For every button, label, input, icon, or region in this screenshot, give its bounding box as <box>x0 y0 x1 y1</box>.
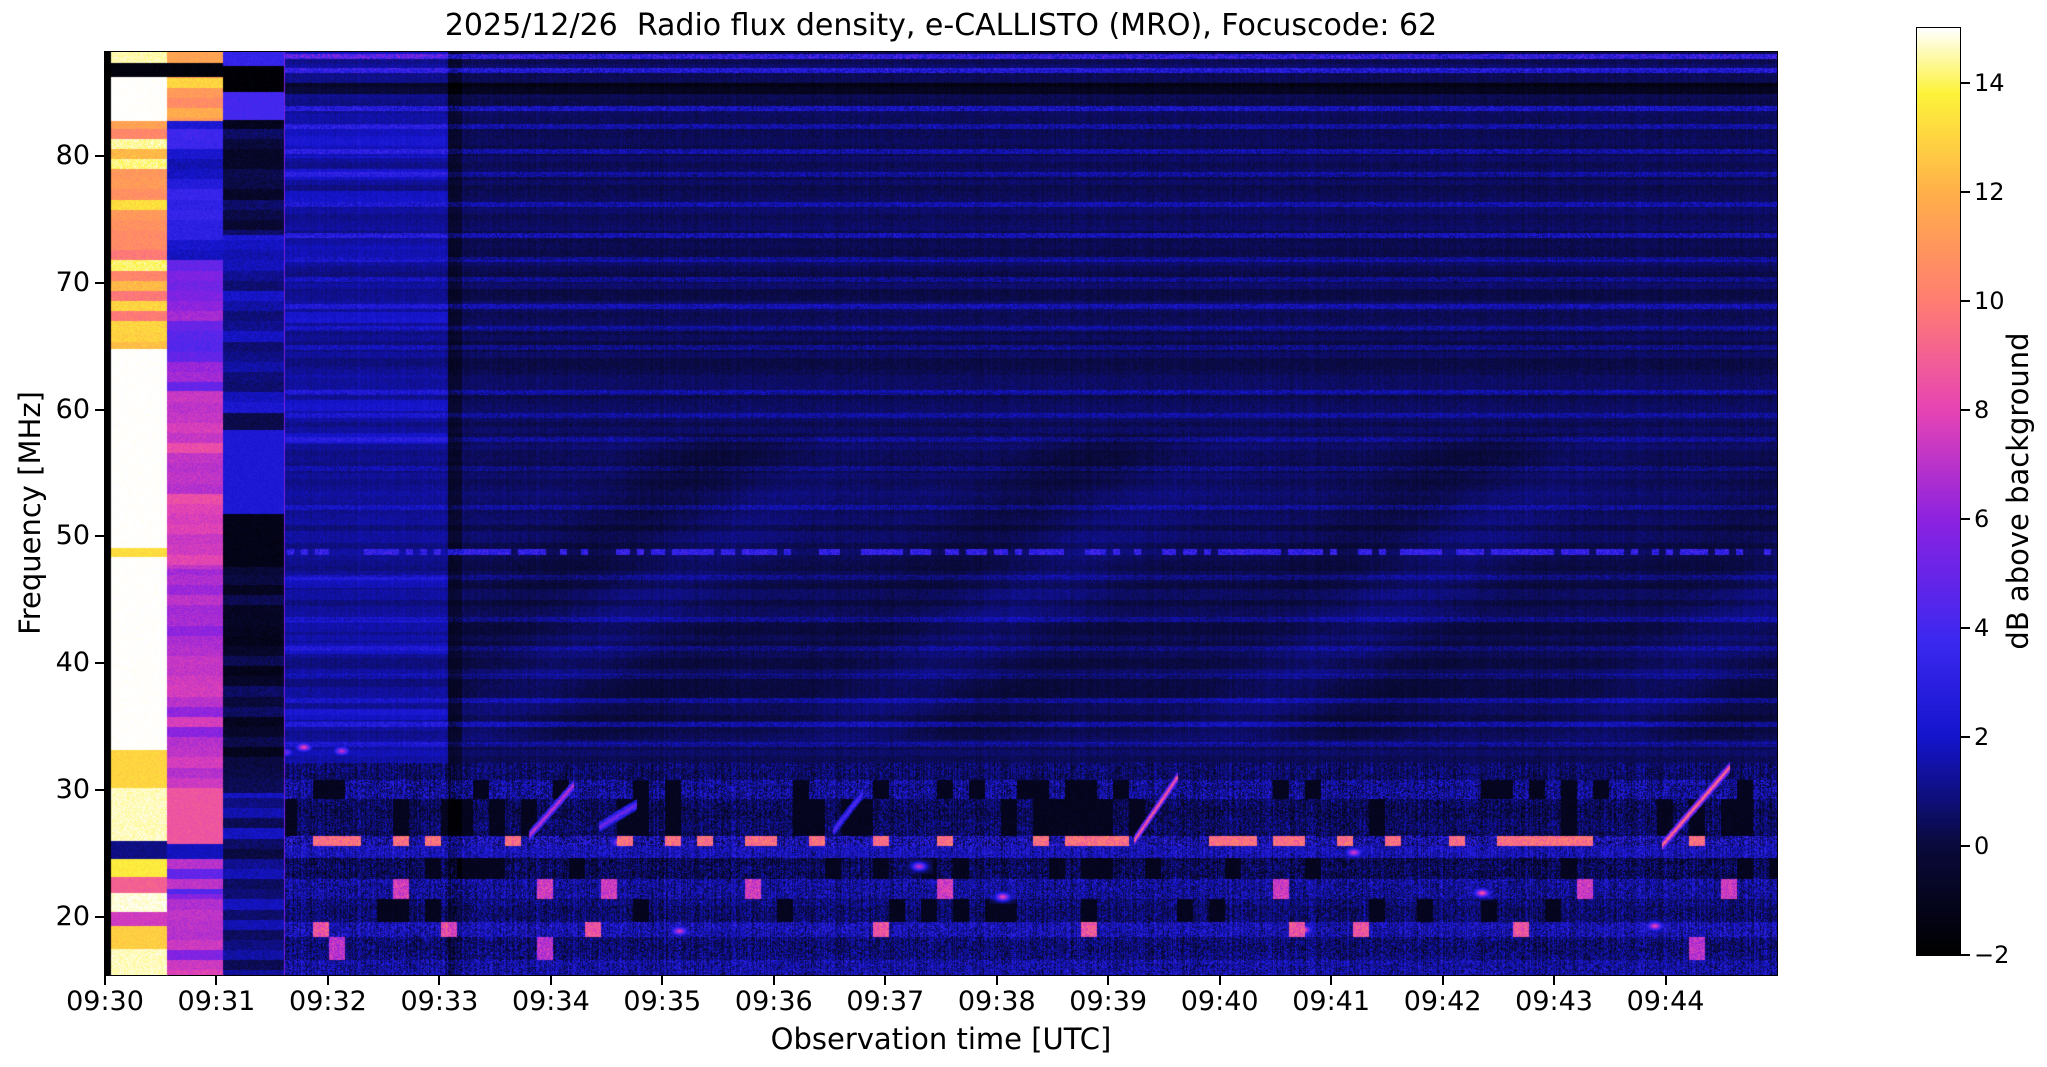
x-tick-mark <box>1553 976 1556 985</box>
y-tick-label: 30 <box>55 773 90 805</box>
colorbar-tick-mark <box>1961 81 1970 84</box>
x-tick-mark <box>884 976 887 985</box>
colorbar-tick-mark <box>1961 844 1970 847</box>
x-tick-mark <box>1218 976 1221 985</box>
colorbar-tick-mark <box>1961 954 1970 956</box>
x-tick-mark <box>1441 976 1444 985</box>
x-tick-label: 09:41 <box>1292 986 1371 1017</box>
chart-title: 2025/12/26 Radio flux density, e-CALLIST… <box>444 8 1438 43</box>
y-tick-label: 70 <box>55 266 90 298</box>
colorbar-tick-mark <box>1961 299 1970 302</box>
x-tick-mark <box>549 976 552 985</box>
x-tick-mark <box>1664 976 1667 985</box>
colorbar-tick-label: −2 <box>1974 941 2010 969</box>
spectrogram-canvas <box>104 51 1778 976</box>
x-tick-mark <box>661 976 664 985</box>
x-tick-label: 09:38 <box>957 986 1036 1017</box>
colorbar-tick-mark <box>1961 190 1970 193</box>
x-tick-label: 09:35 <box>623 986 702 1017</box>
y-tick-mark <box>95 788 104 791</box>
colorbar-tick-label: 12 <box>1974 177 2005 206</box>
x-tick-mark <box>995 976 998 985</box>
y-tick-mark <box>95 408 104 411</box>
colorbar-tick-label: 14 <box>1974 68 2005 97</box>
colorbar-tick-mark <box>1961 626 1970 629</box>
x-tick-label: 09:31 <box>177 986 256 1017</box>
x-tick-label: 09:32 <box>289 986 367 1017</box>
x-tick-label: 09:30 <box>66 986 144 1017</box>
x-tick-label: 09:42 <box>1403 986 1482 1017</box>
colorbar-tick-label: 0 <box>1974 831 1990 860</box>
y-tick-label: 80 <box>55 139 90 171</box>
x-tick-mark <box>1330 976 1333 985</box>
x-tick-label: 09:40 <box>1180 986 1259 1017</box>
colorbar-tick-mark <box>1961 408 1970 411</box>
y-tick-label: 20 <box>55 900 90 932</box>
x-tick-mark <box>326 976 329 985</box>
y-tick-mark <box>95 915 104 918</box>
y-tick-mark <box>95 535 104 538</box>
y-tick-mark <box>95 281 104 284</box>
colorbar-tick-mark <box>1961 517 1970 520</box>
figure-page: 2025/12/26 Radio flux density, e-CALLIST… <box>0 0 2047 1067</box>
x-tick-label: 09:36 <box>734 986 813 1017</box>
colorbar-tick-mark <box>1961 735 1970 738</box>
x-tick-mark <box>438 976 441 985</box>
x-tick-label: 09:39 <box>1069 986 1148 1017</box>
colorbar-label: dB above background <box>2001 332 2035 650</box>
x-tick-label: 09:43 <box>1515 986 1593 1017</box>
x-tick-label: 09:34 <box>511 986 590 1017</box>
colorbar <box>1916 27 1961 956</box>
y-axis-label: Frequency [MHz] <box>13 391 47 635</box>
x-tick-mark <box>215 976 218 985</box>
x-tick-label: 09:37 <box>846 986 925 1017</box>
x-axis-label: Observation time [UTC] <box>770 1022 1112 1056</box>
x-tick-mark <box>772 976 775 985</box>
colorbar-tick-label: 10 <box>1974 286 2005 315</box>
y-tick-mark <box>95 154 104 157</box>
x-tick-label: 09:44 <box>1626 986 1705 1017</box>
y-tick-label: 40 <box>55 647 90 679</box>
y-tick-mark <box>95 662 104 665</box>
x-tick-mark <box>104 976 106 985</box>
x-tick-label: 09:33 <box>400 986 479 1017</box>
colorbar-tick-label: 2 <box>1974 722 1990 751</box>
x-tick-mark <box>1107 976 1110 985</box>
